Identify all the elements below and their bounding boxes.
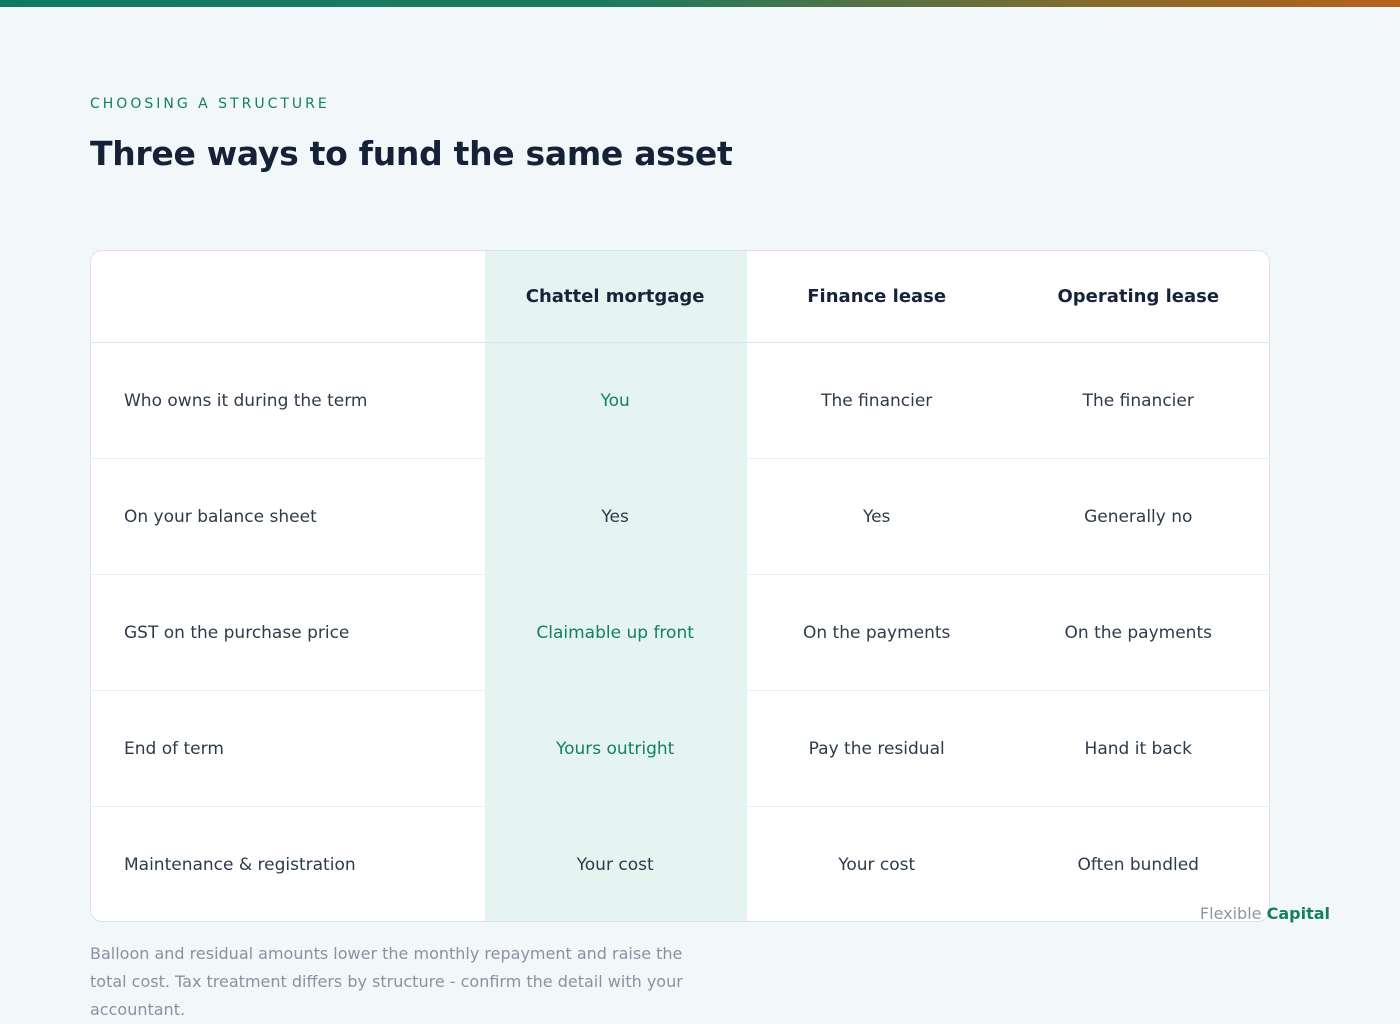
table-row: Maintenance & registration Your cost You… [91, 807, 1269, 921]
table-header-row: Chattel mortgage Finance lease Operating… [91, 251, 1269, 343]
column-header-finance-lease: Finance lease [807, 286, 947, 307]
brand-logo: Flexible Capital [1200, 904, 1330, 923]
table-row: Who owns it during the term You The fina… [91, 343, 1269, 459]
row-label: GST on the purchase price [124, 622, 350, 643]
table-cell: Pay the residual [808, 738, 945, 759]
table-cell: The financier [821, 390, 933, 411]
table-cell: Your cost [838, 855, 916, 875]
top-accent-bar [0, 0, 1400, 7]
row-label: Who owns it during the term [124, 390, 368, 411]
table-row: GST on the purchase price Claimable up f… [91, 575, 1269, 691]
row-label: End of term [124, 738, 224, 759]
row-label: Maintenance & registration [124, 855, 356, 875]
table-cell: Claimable up front [536, 622, 694, 643]
page-title: Three ways to fund the same asset [90, 134, 733, 173]
table-cell: Yes [862, 506, 891, 527]
table-cell: On the payments [802, 622, 951, 643]
table-cell: Generally no [1084, 506, 1193, 527]
table-row: On your balance sheet Yes Yes Generally … [91, 459, 1269, 575]
brand-word-flexible: Flexible [1199, 904, 1262, 923]
column-header-chattel-mortgage: Chattel mortgage [525, 286, 705, 307]
footnote-text: Balloon and residual amounts lower the m… [90, 944, 683, 1019]
table-row: End of term Yours outright Pay the resid… [91, 691, 1269, 807]
table-cell: Yours outright [555, 738, 675, 759]
table-cell: On the payments [1064, 622, 1212, 643]
table-cell: Your cost [576, 855, 654, 875]
section-eyebrow: CHOOSING A STRUCTURE [90, 96, 330, 112]
row-label: On your balance sheet [124, 506, 317, 527]
table-cell: Hand it back [1084, 738, 1192, 759]
table-cell: Yes [601, 506, 629, 527]
column-header-operating-lease: Operating lease [1057, 286, 1220, 307]
brand-word-capital: Capital [1266, 904, 1330, 923]
table-cell: The financier [1082, 390, 1194, 411]
comparison-table: Chattel mortgage Finance lease Operating… [90, 250, 1270, 922]
table-cell: You [600, 390, 630, 411]
table-cell: Often bundled [1077, 855, 1199, 875]
